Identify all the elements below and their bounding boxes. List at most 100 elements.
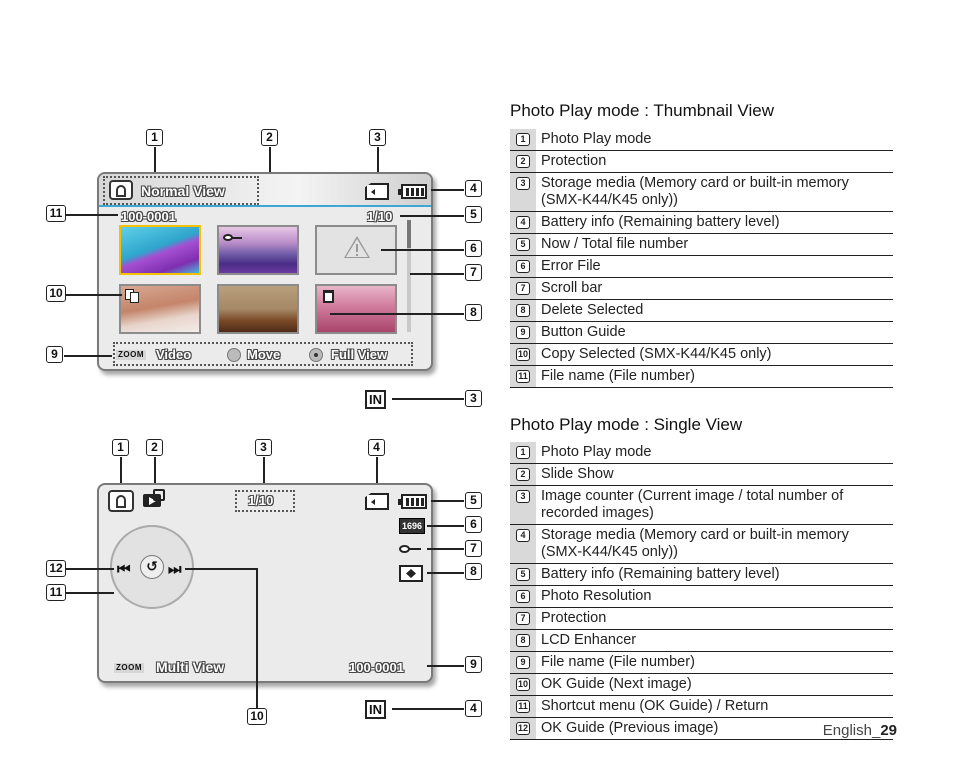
legend-row: 3 Image counter (Current image / total nu…	[510, 486, 893, 525]
internal-memory-icon: IN	[365, 700, 386, 719]
legend-text: Scroll bar	[541, 280, 603, 296]
thumbnail-pool-float[interactable]	[119, 225, 201, 275]
legend-index-cell: 5	[510, 564, 536, 585]
memory-card-icon	[365, 183, 389, 200]
photo-mode-icon	[108, 490, 134, 512]
legend-index-cell: 3	[510, 173, 536, 211]
leader-line	[154, 147, 156, 175]
legend-text: Error File	[541, 258, 601, 274]
callout-5: 5	[465, 492, 482, 509]
legend-index-cell: 7	[510, 608, 536, 629]
legend-row: 3 Storage media (Memory card or built-in …	[510, 173, 893, 212]
thumbnail-purple-mountains[interactable]	[217, 225, 299, 275]
legend-index-cell: 8	[510, 300, 536, 321]
callout-10: 10	[247, 708, 267, 725]
legend-row: 11 Shortcut menu (OK Guide) / Return	[510, 696, 893, 718]
legend-index-cell: 11	[510, 366, 536, 387]
callout-12: 12	[46, 560, 66, 577]
legend-text: LCD Enhancer	[541, 632, 637, 648]
legend-index-cell: 2	[510, 151, 536, 172]
previous-image-button[interactable]: ⏮	[117, 560, 131, 578]
callout-9: 9	[465, 656, 482, 673]
leader-line	[66, 568, 114, 570]
thumbnail-pink-forest[interactable]	[315, 284, 397, 334]
callout-2: 2	[261, 129, 278, 146]
legend-row: 7 Protection	[510, 608, 893, 630]
callout-11: 11	[46, 205, 66, 222]
legend-index-cell: 9	[510, 322, 536, 343]
legend-row: 8 Delete Selected	[510, 300, 893, 322]
next-image-button[interactable]: ⏭	[168, 560, 182, 578]
thumbnail-sand-dunes[interactable]	[119, 284, 201, 334]
guide-full-view: Full View	[331, 347, 388, 362]
photo-mode-icon	[109, 180, 133, 200]
legend-row: 1 Photo Play mode	[510, 442, 893, 464]
legend-text: Image counter (Current image / total num…	[541, 488, 844, 521]
thumbnail-view-title: Photo Play mode : Thumbnail View	[510, 101, 774, 120]
legend-index-cell: 1	[510, 129, 536, 150]
guide-move: Move	[247, 347, 281, 362]
legend-text: OK Guide (Previous image)	[541, 720, 719, 736]
legend-number: 9	[516, 326, 530, 339]
legend-number: 4	[516, 216, 530, 229]
legend-index-cell: 3	[510, 486, 536, 524]
legend-text: OK Guide (Next image)	[541, 676, 692, 692]
thumbnail-hiker[interactable]	[217, 284, 299, 334]
battery-icon	[398, 184, 427, 199]
legend-number: 2	[516, 468, 530, 481]
callout-3-alt: 3	[465, 390, 482, 407]
single-legend-table: 1 Photo Play mode 2 Slide Show 3 Image counte…	[510, 442, 893, 740]
legend-number: 3	[516, 490, 530, 503]
legend-index-cell: 11	[510, 696, 536, 717]
page-number: 29	[880, 722, 897, 739]
legend-number: 1	[516, 133, 530, 146]
callout-9: 9	[46, 346, 63, 363]
internal-memory-icon: IN	[365, 390, 386, 409]
leader-line	[392, 398, 464, 400]
leader-line	[427, 572, 464, 574]
leader-line	[431, 189, 464, 191]
lcd-enhancer-icon	[399, 565, 423, 582]
legend-row: 5 Battery info (Remaining battery level)	[510, 564, 893, 586]
scroll-thumb[interactable]	[407, 220, 411, 248]
callout-7: 7	[465, 540, 482, 557]
legend-row: 1 Photo Play mode	[510, 129, 893, 151]
legend-text: Photo Play mode	[541, 131, 652, 147]
legend-row: 7 Scroll bar	[510, 278, 893, 300]
legend-number: 12	[516, 722, 530, 735]
photo-resolution-icon: 1696	[399, 518, 426, 534]
multi-view-label[interactable]: Multi View	[156, 659, 224, 675]
thumbnail-lcd-screen: Normal View 100-0001 1/10 ZOOM Video Mov…	[97, 172, 433, 371]
callout-3: 3	[255, 439, 272, 456]
legend-index-cell: 10	[510, 674, 536, 695]
legend-row: 9 File name (File number)	[510, 652, 893, 674]
legend-index-cell: 4	[510, 212, 536, 233]
footer-language: English_	[822, 722, 881, 739]
callout-3: 3	[369, 129, 386, 146]
leader-line	[66, 294, 122, 296]
legend-row: 11 File name (File number)	[510, 366, 893, 388]
legend-row: 4 Storage media (Memory card or built-in …	[510, 525, 893, 564]
legend-number: 3	[516, 177, 530, 190]
callout-8: 8	[465, 563, 482, 580]
leader-line	[431, 500, 464, 502]
return-button[interactable]: ↺	[140, 555, 164, 579]
legend-row: 9 Button Guide	[510, 322, 893, 344]
legend-text: Storage media (Memory card or built-in m…	[541, 527, 849, 560]
legend-text: Now / Total file number	[541, 236, 689, 252]
legend-index-cell: 7	[510, 278, 536, 299]
mode-label: Normal View	[141, 183, 225, 199]
legend-index-cell: 4	[510, 525, 536, 563]
legend-index-cell: 9	[510, 652, 536, 673]
callout-10: 10	[46, 285, 66, 302]
legend-row: 2 Protection	[510, 151, 893, 173]
file-counter: 1/10	[367, 209, 393, 224]
scroll-bar[interactable]	[407, 220, 411, 332]
legend-index-cell: 1	[510, 442, 536, 463]
legend-number: 1	[516, 446, 530, 459]
callout-7: 7	[465, 264, 482, 281]
zoom-tag: ZOOM	[114, 663, 144, 673]
legend-number: 10	[516, 348, 530, 361]
leader-line	[427, 525, 464, 527]
legend-row: 6 Error File	[510, 256, 893, 278]
